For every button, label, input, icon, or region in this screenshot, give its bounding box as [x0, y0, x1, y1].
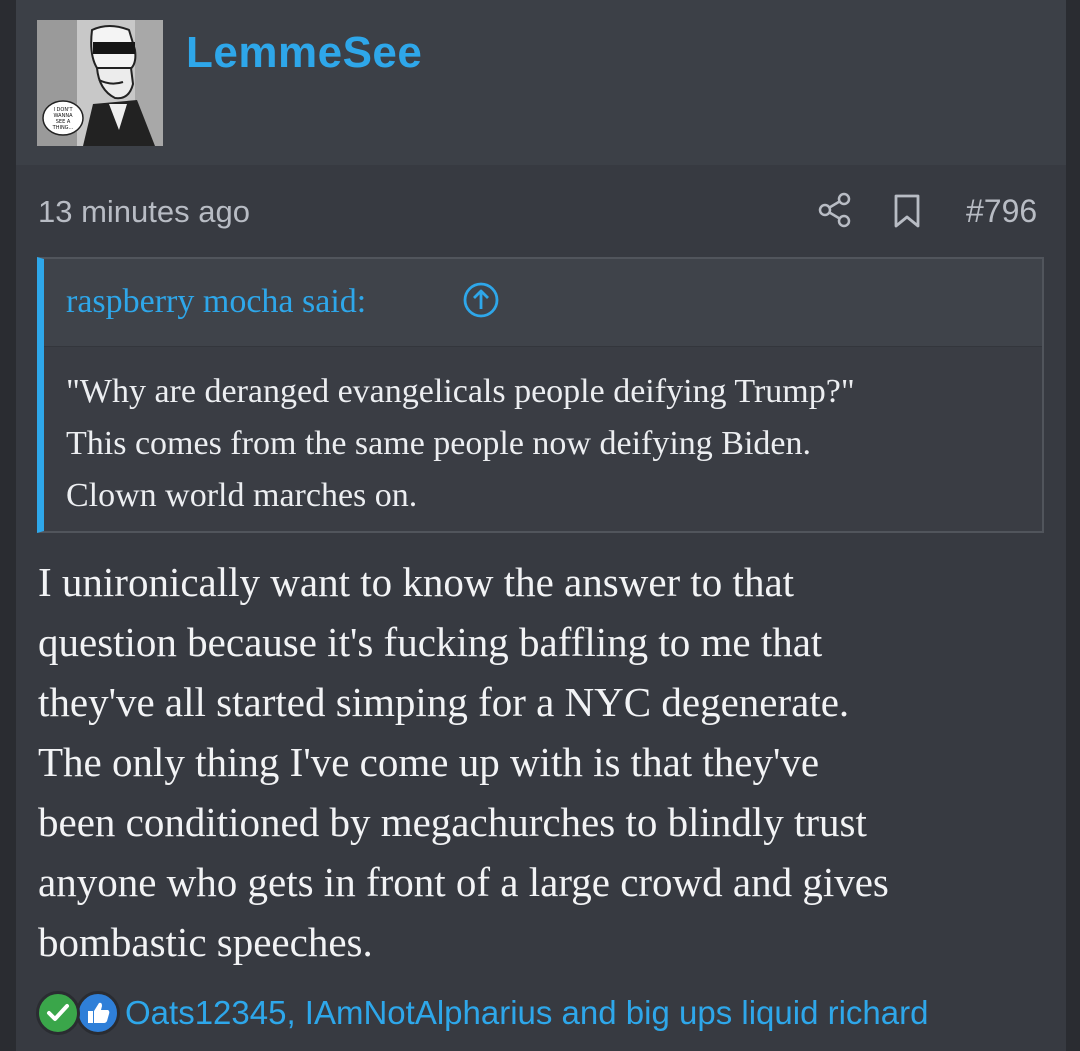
post-body-line: they've all started simping for a NYC de…	[38, 679, 850, 725]
post-timestamp[interactable]: 13 minutes ago	[38, 194, 250, 230]
avatar-bubble-line-4: THING...	[52, 125, 74, 131]
bookmark-icon[interactable]	[892, 193, 922, 229]
like-reaction-icon[interactable]	[76, 991, 120, 1035]
quote-line: Clown world marches on.	[66, 477, 418, 514]
post-number-link[interactable]: #796	[966, 193, 1037, 230]
check-reaction-icon[interactable]	[36, 991, 80, 1035]
post-body-line: anyone who gets in front of a large crow…	[38, 859, 889, 905]
avatar[interactable]: I DON'T WANNA SEE A THING...	[37, 20, 163, 146]
post-body: I unironically want to know the answer t…	[38, 552, 1048, 972]
username[interactable]: LemmeSee	[186, 28, 422, 78]
quote-text: "Why are deranged evangelicals people de…	[44, 347, 1042, 522]
quote-header: raspberry mocha said:	[44, 259, 1042, 347]
page-right-edge	[1066, 0, 1080, 1051]
post-body-line: question because it's fucking baffling t…	[38, 619, 823, 665]
quote-line: "Why are deranged evangelicals people de…	[66, 373, 855, 410]
post-header	[16, 0, 1066, 165]
jump-to-quote-icon[interactable]	[462, 281, 500, 319]
avatar-illustration: I DON'T WANNA SEE A THING...	[37, 20, 163, 146]
quote-author-link[interactable]: raspberry mocha said:	[66, 283, 366, 321]
quote-block: raspberry mocha said: "Why are deranged …	[37, 257, 1044, 533]
post-body-line: been conditioned by megachurches to blin…	[38, 799, 867, 845]
reaction-users-link[interactable]: Oats12345, IAmNotAlpharius and big ups l…	[125, 994, 928, 1032]
page-left-edge	[0, 0, 16, 1051]
share-icon[interactable]	[817, 192, 853, 228]
post-body-line: The only thing I've come up with is that…	[38, 739, 820, 785]
quote-line: This comes from the same people now deif…	[66, 425, 811, 462]
post-body-line: I unironically want to know the answer t…	[38, 559, 795, 605]
post-body-line: bombastic speeches.	[38, 919, 373, 965]
